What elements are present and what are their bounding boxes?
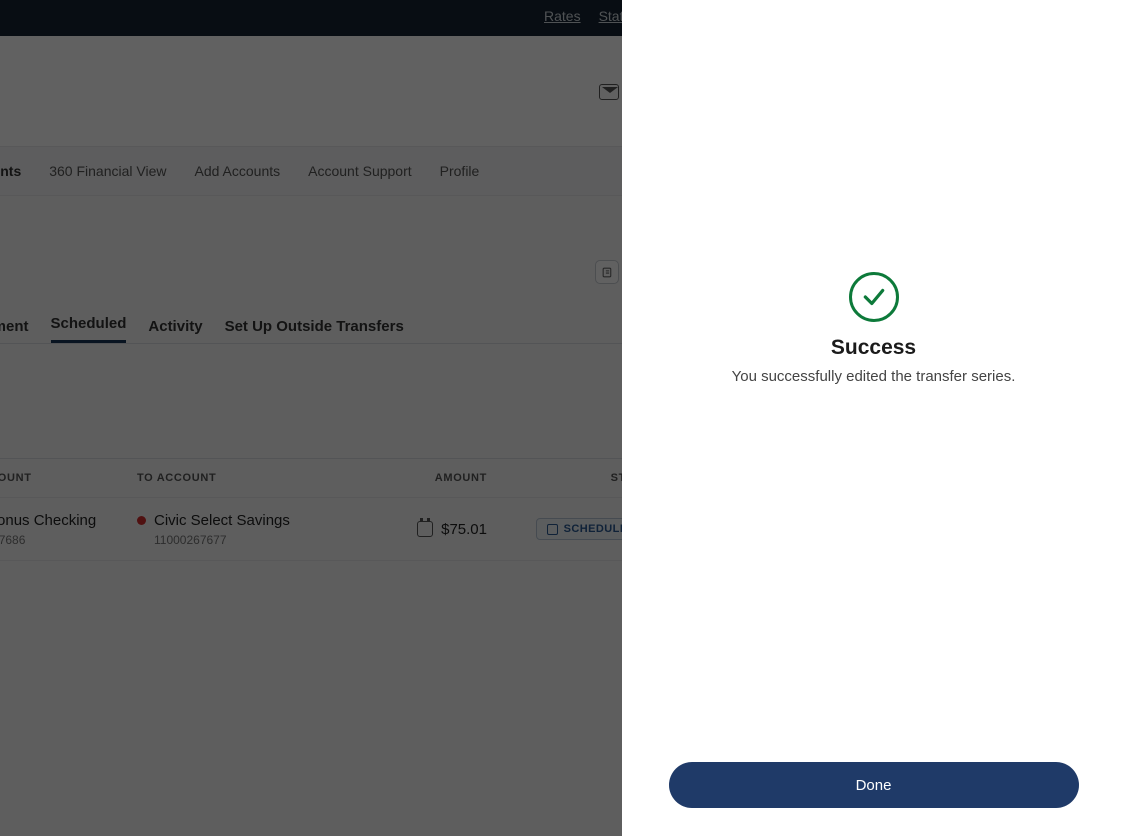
col-header-from: ACCOUNT xyxy=(0,472,137,484)
col-header-to: TO ACCOUNT xyxy=(137,472,357,484)
tab-payment[interactable]: ayment xyxy=(0,318,29,343)
panel-message: You successfully edited the transfer ser… xyxy=(732,368,1016,385)
transfer-amount: $75.01 xyxy=(441,521,487,538)
to-account-number: 11000267677 xyxy=(154,533,357,547)
calendar-icon xyxy=(547,524,558,535)
col-header-amount: AMOUNT xyxy=(357,472,487,484)
nav-item-profile[interactable]: Profile xyxy=(440,163,480,179)
top-link-rates[interactable]: Rates xyxy=(544,8,581,24)
from-account-number: 00267686 xyxy=(0,533,137,547)
nav-item-add-accounts[interactable]: Add Accounts xyxy=(195,163,281,179)
tab-outside-transfers[interactable]: Set Up Outside Transfers xyxy=(225,318,404,343)
recurring-icon xyxy=(417,521,433,537)
success-panel: Success You successfully edited the tran… xyxy=(622,0,1125,836)
from-account-name: ic Bonus Checking xyxy=(0,512,96,529)
export-icon[interactable] xyxy=(595,260,619,284)
done-button[interactable]: Done xyxy=(669,762,1079,808)
tab-activity[interactable]: Activity xyxy=(148,318,202,343)
panel-title: Success xyxy=(831,336,916,360)
nav-item-payments[interactable]: ments xyxy=(0,163,21,179)
nav-item-account-support[interactable]: Account Support xyxy=(308,163,412,179)
account-status-dot-icon xyxy=(137,516,146,525)
to-account-name: Civic Select Savings xyxy=(154,512,290,529)
success-check-icon xyxy=(849,272,899,322)
tab-scheduled[interactable]: Scheduled xyxy=(51,315,127,343)
messages-icon[interactable] xyxy=(599,84,619,100)
nav-item-360[interactable]: 360 Financial View xyxy=(49,163,166,179)
